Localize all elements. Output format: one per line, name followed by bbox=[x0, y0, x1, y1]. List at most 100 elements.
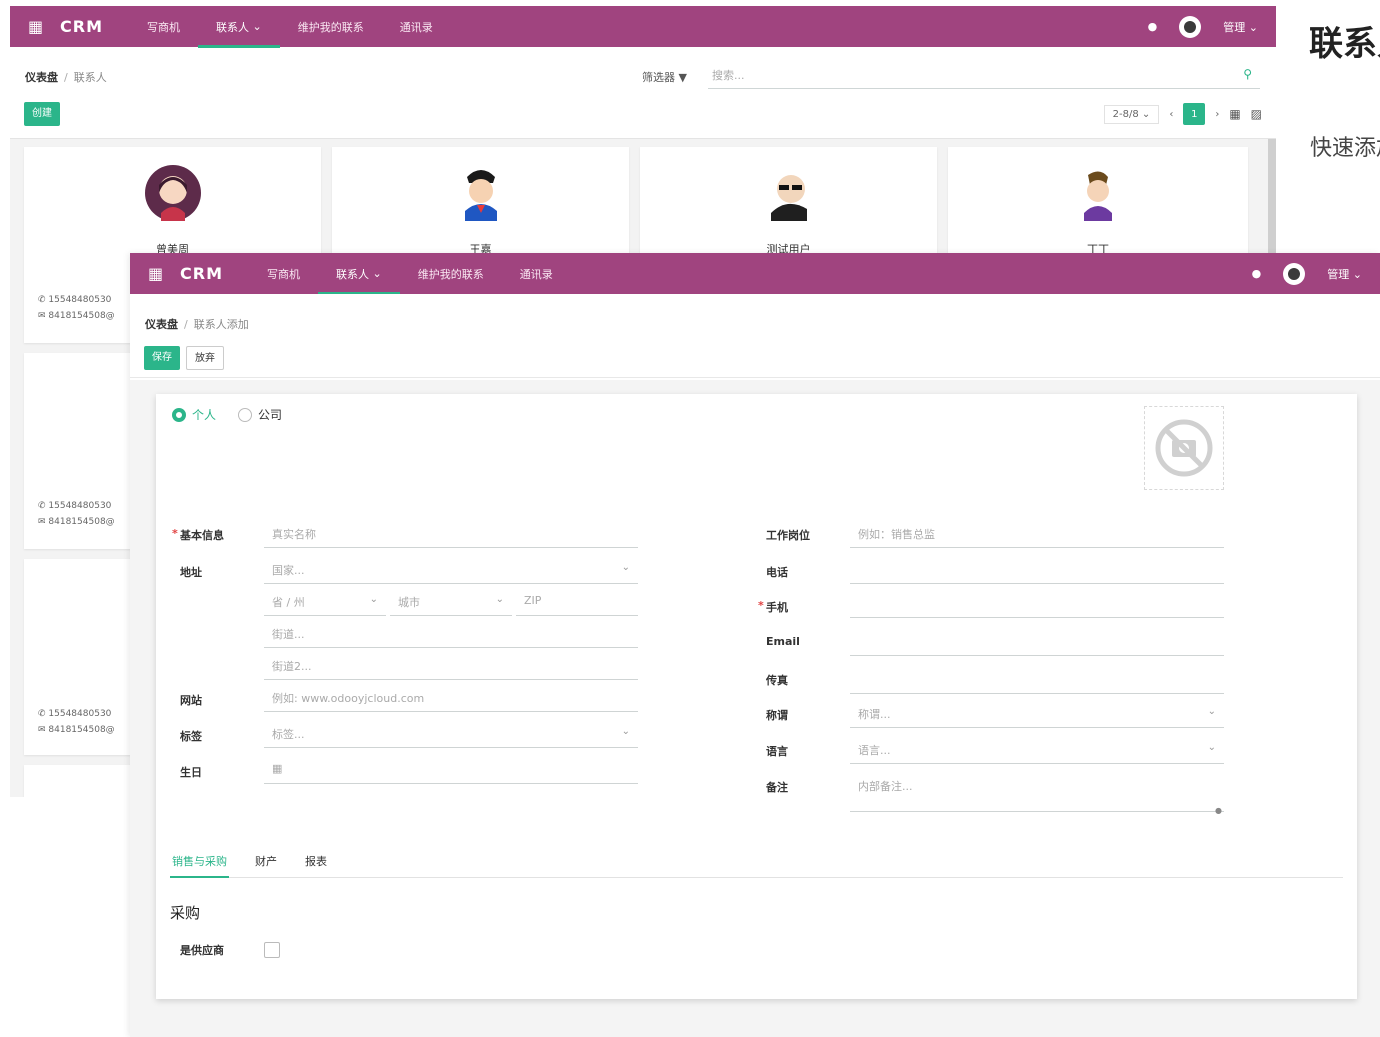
note-textarea[interactable]: 内部备注... ● bbox=[850, 772, 1224, 815]
discard-button[interactable]: 放弃 bbox=[186, 346, 224, 370]
is-vendor-label: 是供应商 bbox=[180, 944, 224, 957]
contact-card[interactable]: 测试用户 bbox=[640, 147, 937, 257]
calendar-icon[interactable]: ▦ bbox=[272, 762, 282, 775]
name-placeholder: 真实名称 bbox=[272, 528, 316, 541]
email-field[interactable] bbox=[850, 628, 1224, 656]
page-number[interactable]: 1 bbox=[1183, 103, 1206, 125]
tab-assets[interactable]: 财产 bbox=[253, 844, 279, 877]
apps-grid-icon[interactable]: ▦ bbox=[28, 17, 54, 36]
zip-field[interactable]: ZIP bbox=[516, 588, 638, 616]
breadcrumb-root[interactable]: 仪表盘 bbox=[25, 71, 58, 84]
city-select[interactable]: 城市 ⌄ bbox=[390, 588, 512, 616]
filter-label: 筛选器 bbox=[642, 71, 675, 84]
radio-company[interactable] bbox=[238, 407, 253, 422]
user-name: 管理 bbox=[1223, 20, 1246, 34]
pager-range[interactable]: 2-8/8 ⌄ bbox=[1103, 104, 1160, 124]
zip-placeholder: ZIP bbox=[524, 594, 542, 607]
job-placeholder: 例如：销售总监 bbox=[858, 528, 935, 541]
mobile-field[interactable] bbox=[850, 590, 1224, 618]
breadcrumb-separator: / bbox=[184, 318, 188, 331]
navbar-right: ● 管理 ⌄ bbox=[1148, 15, 1258, 38]
apps-grid-icon[interactable]: ▦ bbox=[148, 264, 174, 283]
email-text: 8418154508@ bbox=[48, 517, 115, 527]
kanban-view-icon[interactable]: ▨ bbox=[1251, 107, 1262, 121]
breadcrumb-root[interactable]: 仪表盘 bbox=[145, 318, 178, 331]
breadcrumb: 仪表盘 / 联系人 bbox=[25, 69, 107, 85]
email-text: 8418154508@ bbox=[48, 311, 115, 321]
tab-sales-purchase[interactable]: 销售与采购 bbox=[170, 844, 229, 878]
search-icon[interactable]: ⚲ bbox=[1243, 67, 1252, 81]
tags-select[interactable]: 标签... ⌄ bbox=[264, 720, 638, 748]
resize-handle-icon[interactable]: ● bbox=[1215, 806, 1222, 815]
label-language: 语言 bbox=[766, 745, 788, 758]
breadcrumb-current: 联系人添加 bbox=[193, 318, 249, 331]
user-name: 管理 bbox=[1327, 267, 1350, 281]
contact-card[interactable]: ✆ 15548480530 ✉ 8418154508@ bbox=[24, 559, 144, 755]
top-navbar: ▦ CRM 写商机 联系人 ⌄ 维护我的联系 通讯录 ● 管理 ⌄ bbox=[10, 6, 1276, 48]
contact-card[interactable]: 王嘉 bbox=[332, 147, 629, 257]
menu-item-label: 联系人 bbox=[215, 20, 249, 34]
breadcrumb-separator: / bbox=[64, 71, 68, 84]
menu-item-opportunity[interactable]: 写商机 bbox=[129, 6, 198, 47]
page-subheading: 快速添加联系 bbox=[1310, 136, 1380, 161]
radio-person[interactable] bbox=[172, 407, 186, 422]
filter-dropdown[interactable]: 筛选器 ▼ bbox=[642, 69, 687, 85]
bell-icon[interactable]: ● bbox=[1148, 20, 1158, 33]
menu-item-label: 联系人 bbox=[335, 267, 369, 281]
label-job: 工作岗位 bbox=[766, 529, 810, 542]
chevron-down-icon: ⌄ bbox=[1207, 742, 1216, 753]
contact-email: ✉ 8418154508@ bbox=[38, 311, 115, 321]
website-field[interactable]: 例如: www.odooyjcloud.com bbox=[264, 684, 638, 712]
chevron-right-icon[interactable]: › bbox=[1215, 109, 1219, 120]
create-button[interactable]: 创建 bbox=[24, 102, 60, 126]
control-panel: 仪表盘 / 联系人 创建 筛选器 ▼ 搜索... ⚲ 2-8/8 ⌄ ‹ 1 › ▦… bbox=[10, 47, 1276, 139]
menu-item-opportunity[interactable]: 写商机 bbox=[249, 253, 318, 294]
bell-icon[interactable]: ● bbox=[1252, 267, 1262, 280]
app-brand[interactable]: CRM bbox=[180, 264, 223, 283]
contact-card[interactable]: ✆ 15548480530 ✉ 8418154508@ bbox=[24, 353, 144, 549]
menu-item-address-book[interactable]: 通讯录 bbox=[382, 6, 451, 47]
contact-phone: ✆ 15548480530 bbox=[38, 501, 112, 511]
list-view-icon[interactable]: ▦ bbox=[1229, 107, 1240, 121]
user-menu[interactable]: 管理 ⌄ bbox=[1223, 19, 1258, 35]
menu-item-address-book[interactable]: 通讯录 bbox=[502, 253, 571, 294]
contact-card[interactable]: 丁丁 bbox=[948, 147, 1248, 257]
user-menu[interactable]: 管理 ⌄ bbox=[1327, 266, 1362, 282]
menu-item-contacts[interactable]: 联系人 ⌄ bbox=[197, 6, 280, 48]
job-field[interactable]: 例如：销售总监 bbox=[850, 520, 1224, 548]
label-title: 称谓 bbox=[766, 709, 788, 722]
save-button[interactable]: 保存 bbox=[144, 346, 180, 370]
country-select[interactable]: 国家... ⌄ bbox=[264, 556, 638, 584]
search-input[interactable]: 搜索... ⚲ bbox=[708, 61, 1260, 89]
note-placeholder: 内部备注... bbox=[858, 780, 913, 793]
label-fax: 传真 bbox=[766, 674, 788, 687]
contact-card[interactable] bbox=[24, 765, 144, 797]
app-brand[interactable]: CRM bbox=[60, 17, 103, 36]
menu-item-my-contacts[interactable]: 维护我的联系 bbox=[280, 6, 382, 47]
street2-field[interactable]: 街道2... bbox=[264, 652, 638, 680]
user-avatar[interactable] bbox=[1179, 15, 1202, 38]
phone-field[interactable] bbox=[850, 556, 1224, 584]
birthday-field[interactable]: ▦ bbox=[264, 756, 638, 784]
label-mobile: 手机 bbox=[758, 599, 788, 615]
menu-item-contacts[interactable]: 联系人 ⌄ bbox=[317, 253, 400, 295]
label-address: 地址 bbox=[180, 566, 202, 579]
chevron-down-icon: ⌄ bbox=[621, 562, 630, 573]
language-select[interactable]: 语言... ⌄ bbox=[850, 736, 1224, 764]
photo-upload[interactable] bbox=[1144, 406, 1224, 490]
menu-item-my-contacts[interactable]: 维护我的联系 bbox=[400, 253, 502, 294]
state-select[interactable]: 省 / 州 ⌄ bbox=[264, 588, 386, 616]
radio-company-label[interactable]: 公司 bbox=[258, 406, 282, 423]
fax-field[interactable] bbox=[850, 666, 1224, 694]
street2-placeholder: 街道2... bbox=[272, 660, 312, 673]
street-field[interactable]: 街道... bbox=[264, 620, 638, 648]
radio-person-label[interactable]: 个人 bbox=[192, 406, 216, 423]
name-field[interactable]: 真实名称 bbox=[264, 520, 638, 548]
street-placeholder: 街道... bbox=[272, 628, 305, 641]
pager: 2-8/8 ⌄ ‹ 1 › ▦ ▨ bbox=[1103, 103, 1262, 125]
tab-reports[interactable]: 报表 bbox=[303, 844, 329, 877]
title-select[interactable]: 称谓... ⌄ bbox=[850, 700, 1224, 728]
user-avatar[interactable] bbox=[1283, 262, 1306, 285]
chevron-left-icon[interactable]: ‹ bbox=[1169, 109, 1173, 120]
is-vendor-checkbox[interactable] bbox=[264, 942, 280, 958]
